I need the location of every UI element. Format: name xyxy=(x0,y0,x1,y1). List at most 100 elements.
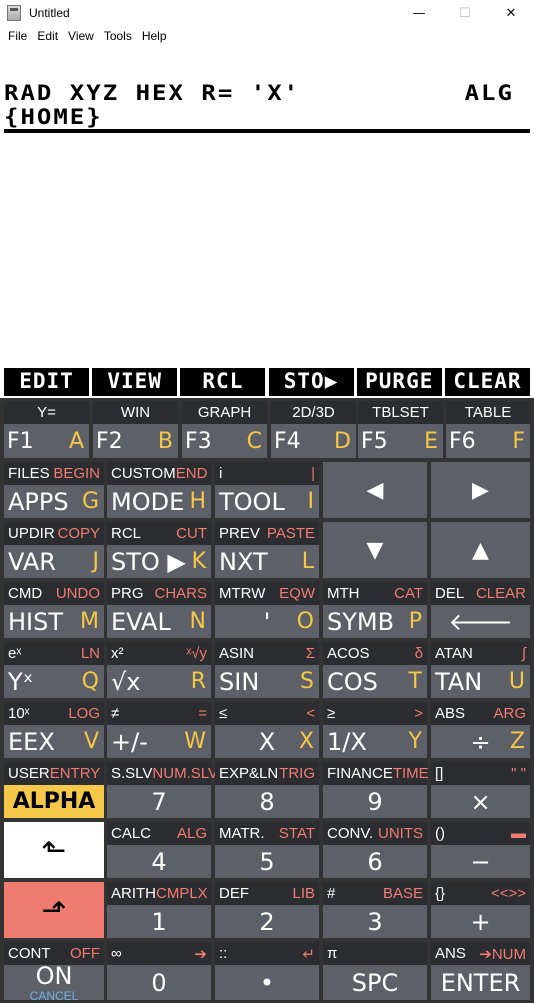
key-5[interactable]: MATR. STAT 5 xyxy=(215,822,319,878)
key-6[interactable]: CONV. UNITS 6 xyxy=(323,822,427,878)
key-decimal[interactable]: :: ↵ • xyxy=(215,942,319,1000)
key-sqrt[interactable]: x² ˣ√y √x R xyxy=(107,642,211,698)
key-f5-label: F5 xyxy=(361,428,388,454)
key-3-label: 3 xyxy=(367,907,383,936)
key-f3[interactable]: GRAPH F3 C xyxy=(182,401,267,458)
key-enter[interactable]: ANS ➔NUM ENTER xyxy=(431,942,530,1000)
window-title: Untitled xyxy=(29,6,70,20)
menu-file[interactable]: File xyxy=(8,29,27,43)
key-nxt-left-shift: PREV xyxy=(219,525,260,542)
key-alpha[interactable]: USER ENTRY ALPHA xyxy=(4,762,104,818)
key-tan-left-shift: ATAN xyxy=(435,645,473,662)
softkey-rcl[interactable]: RCL xyxy=(180,366,266,396)
key-4[interactable]: CALC ALG 4 xyxy=(107,822,211,878)
softkey-clear[interactable]: CLEAR xyxy=(444,366,530,396)
key-x[interactable]: ≤ < XX xyxy=(215,702,319,758)
key-backspace-right-shift: CLEAR xyxy=(475,585,526,602)
key-0[interactable]: ∞ ➔ 0 xyxy=(107,942,211,1000)
key-f1[interactable]: Y= F1 A xyxy=(4,401,89,458)
key-power-right-shift: LN xyxy=(80,645,100,662)
key-multiply[interactable]: [] " " × xyxy=(431,762,530,818)
key-nxt[interactable]: PREV PASTE NXT L xyxy=(215,522,319,578)
key-divide[interactable]: ABS ARG ÷ Z xyxy=(431,702,530,758)
key-apps[interactable]: FILES BEGIN APPS G xyxy=(4,462,104,518)
key-8[interactable]: EXP&LN TRIG 8 xyxy=(215,762,319,818)
key-inverse[interactable]: ≥ > 1/X Y xyxy=(323,702,427,758)
key-left-shift[interactable]: ⬑ xyxy=(4,822,104,878)
minimize-button[interactable]: — xyxy=(396,0,442,26)
key-divide-left-shift: ABS xyxy=(435,705,466,722)
key-on-right-shift: OFF xyxy=(70,945,100,962)
menu-view[interactable]: View xyxy=(68,29,94,43)
softkey-sto[interactable]: STO▶ xyxy=(268,366,354,396)
key-eval[interactable]: PRG CHARS EVAL N xyxy=(107,582,211,638)
key-apps-label: APPS xyxy=(8,487,69,516)
key-up-arrow[interactable]: ▲ xyxy=(431,522,530,578)
key-4-label: 4 xyxy=(151,847,167,876)
key-eex[interactable]: 10ˣ LOG EEX V xyxy=(4,702,104,758)
softkey-purge[interactable]: PURGE xyxy=(356,366,442,396)
key-hist[interactable]: CMD UNDO HIST M xyxy=(4,582,104,638)
key-tan[interactable]: ATAN ∫ TAN U xyxy=(431,642,530,698)
key-left-arrow[interactable]: ◀ xyxy=(323,462,427,518)
key-tool-label: TOOL xyxy=(219,487,285,516)
key-3[interactable]: # BASE 3 xyxy=(323,882,427,938)
key-tool-right-shift: | xyxy=(311,465,315,482)
key-decimal-left-shift: :: xyxy=(219,945,228,962)
key-f2[interactable]: WIN F2 B xyxy=(93,401,178,458)
key-on[interactable]: CONT OFF ON CANCEL xyxy=(4,942,104,1002)
menu-help[interactable]: Help xyxy=(142,29,167,43)
key-f4[interactable]: 2D/3D F4 D xyxy=(271,401,356,458)
key-7[interactable]: S.SLV NUM.SLV 7 xyxy=(107,762,218,818)
key-9[interactable]: FINANCE TIME 9 xyxy=(323,762,429,818)
key-var[interactable]: UPDIR COPY VAR J xyxy=(4,522,104,578)
key-6-left-shift: CONV. xyxy=(327,825,374,842)
key-f5[interactable]: TBLSET F5 E xyxy=(358,401,443,458)
menu-tools[interactable]: Tools xyxy=(104,29,132,43)
key-f6[interactable]: TABLE F6 F xyxy=(446,401,530,458)
key-0-label: 0 xyxy=(151,968,167,997)
key-space[interactable]: π SPC xyxy=(323,942,427,1000)
key-symb[interactable]: MTH CAT SYMB P xyxy=(323,582,427,638)
softkey-edit[interactable]: EDIT xyxy=(4,366,89,396)
key-1-left-shift: ARITH xyxy=(111,885,156,902)
maximize-button[interactable]: ☐ xyxy=(442,0,488,26)
key-sto[interactable]: RCL CUT STO ▶ K xyxy=(107,522,211,578)
key-subtract[interactable]: () ▬ − xyxy=(431,822,530,878)
key-x-label: X xyxy=(258,727,276,756)
key-on-left-shift: CONT xyxy=(8,945,51,962)
softkey-view[interactable]: VIEW xyxy=(92,366,178,396)
key-add[interactable]: {} <<>> + xyxy=(431,882,530,938)
key-sin[interactable]: ASIN Σ SIN S xyxy=(215,642,319,698)
key-power-left-shift: eˣ xyxy=(8,645,22,662)
key-power[interactable]: eˣ LN Yˣ Q xyxy=(4,642,104,698)
softkey-menu: EDIT VIEW RCL STO▶ PURGE CLEAR xyxy=(4,366,530,396)
key-hist-alpha: M xyxy=(80,609,99,634)
key-negate[interactable]: ≠ = +/- W xyxy=(107,702,211,758)
key-1[interactable]: ARITH CMPLX 1 xyxy=(107,882,211,938)
key-backspace[interactable]: DEL CLEAR 🡐 xyxy=(431,582,530,638)
key-2[interactable]: DEF LIB 2 xyxy=(215,882,319,938)
key-symb-label: SYMB xyxy=(327,607,395,636)
key-down-arrow[interactable]: ▼ xyxy=(323,522,427,578)
key-f4-label: F4 xyxy=(274,428,301,454)
menu-edit[interactable]: Edit xyxy=(37,29,58,43)
key-alpha-label: ALPHA xyxy=(12,789,96,814)
key-tool[interactable]: i | TOOL I xyxy=(215,462,319,518)
key-mode[interactable]: CUSTOM END MODE H xyxy=(107,462,211,518)
key-tool-left-shift: i xyxy=(219,465,223,482)
key-cos[interactable]: ACOS δ COS T xyxy=(323,642,427,698)
key-backspace-left-shift: DEL xyxy=(435,585,465,602)
close-button[interactable]: ✕ xyxy=(488,0,534,26)
key-eex-right-shift: LOG xyxy=(68,705,100,722)
key-right-arrow[interactable]: ▶ xyxy=(431,462,530,518)
key-quote[interactable]: MTRW EQW ' O xyxy=(215,582,319,638)
key-cos-left-shift: ACOS xyxy=(327,645,370,662)
key-eval-right-shift: CHARS xyxy=(154,585,207,602)
status-divider xyxy=(4,129,530,133)
key-symb-alpha: P xyxy=(408,609,422,634)
multiply-icon: × xyxy=(470,787,491,816)
key-right-shift[interactable]: ⬏ xyxy=(4,882,104,938)
key-6-right-shift: UNITS xyxy=(378,825,423,842)
key-eex-alpha: V xyxy=(83,729,99,754)
